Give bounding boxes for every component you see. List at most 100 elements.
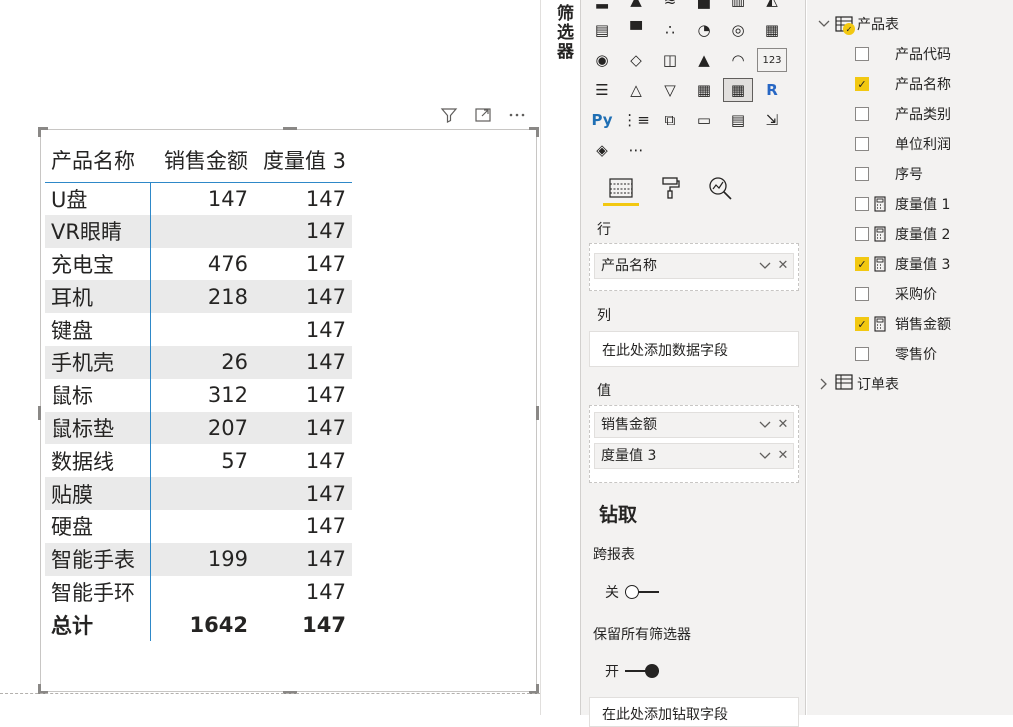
cross-report-toggle[interactable]: 关	[605, 582, 659, 602]
matrix-row[interactable]: 耳机 218 147	[45, 280, 352, 314]
more-options-icon[interactable]	[506, 104, 528, 126]
drillthrough-well[interactable]: 在此处添加钻取字段	[589, 697, 799, 727]
checkbox[interactable]	[855, 347, 869, 361]
resize-handle[interactable]	[536, 127, 539, 137]
stacked-column-icon[interactable]: ▲	[621, 0, 651, 12]
tab-fields[interactable]	[601, 170, 641, 206]
checkbox[interactable]	[855, 167, 869, 181]
checkbox-checked[interactable]: ✓	[855, 77, 869, 91]
value-cell[interactable]	[150, 510, 254, 543]
row-header-cell[interactable]: 鼠标垫	[45, 411, 151, 445]
gauge-icon[interactable]: ◠	[723, 48, 753, 72]
field-item[interactable]: 度量值 1	[855, 194, 950, 214]
clustered-bar-icon[interactable]: ≋	[655, 0, 685, 12]
multi-row-card-icon[interactable]: ☰	[587, 78, 617, 102]
checkbox-checked[interactable]: ✓	[855, 257, 869, 271]
field-item[interactable]: ✓ 产品名称	[855, 74, 951, 94]
field-item[interactable]: ✓ 度量值 3	[855, 254, 950, 274]
paginated-report-icon[interactable]: ⇲	[757, 108, 787, 132]
matrix-row[interactable]: 手机壳 26 147	[45, 345, 352, 379]
value-cell[interactable]: 147	[150, 182, 254, 215]
table-node-product[interactable]: ✓ 产品表	[817, 14, 899, 35]
table-icon[interactable]: ▦	[689, 78, 719, 102]
value-cell[interactable]: 476	[150, 248, 254, 281]
matrix-icon[interactable]: ▦	[723, 78, 753, 102]
row-header-cell[interactable]: 手机壳	[45, 345, 151, 379]
resize-handle[interactable]	[536, 406, 539, 420]
value-cell[interactable]: 147	[254, 345, 352, 379]
value-cell[interactable]	[150, 477, 254, 510]
chevron-down-icon[interactable]	[817, 17, 831, 31]
matrix-visual[interactable]: 产品名称 销售金额 度量值 3 U盘 147 147 VR眼睛 147 充电宝 476 147…	[38, 127, 539, 694]
row-header-cell[interactable]: U盘	[45, 182, 151, 215]
field-pill[interactable]: 度量值 3 ✕	[594, 443, 794, 469]
stacked-bar-icon[interactable]: ▂	[587, 0, 617, 12]
value-cell[interactable]: 147	[254, 542, 352, 576]
map-icon[interactable]: ◉	[587, 48, 617, 72]
value-cell[interactable]: 207	[150, 411, 254, 445]
value-cell[interactable]: 147	[254, 477, 352, 510]
value-cell[interactable]: 147	[254, 411, 352, 445]
pie-icon[interactable]: ◔	[689, 18, 719, 42]
filters-pane-title[interactable]: 筛选器	[551, 4, 576, 61]
matrix-row[interactable]: 键盘 147	[45, 313, 352, 346]
field-item[interactable]: 单位利润	[855, 134, 951, 154]
field-item[interactable]: 产品类别	[855, 104, 951, 124]
row-header-cell[interactable]: 耳机	[45, 280, 151, 314]
values-well[interactable]: 销售金额 ✕ 度量值 3 ✕	[589, 405, 799, 483]
row-header-cell[interactable]: 贴膜	[45, 477, 151, 510]
field-item[interactable]: 度量值 2	[855, 224, 950, 244]
decomposition-tree-icon[interactable]: ⧉	[655, 108, 685, 132]
checkbox[interactable]	[855, 137, 869, 151]
r-visual-icon[interactable]: R	[757, 78, 787, 102]
value-cell[interactable]: 147	[254, 608, 352, 641]
qa-icon[interactable]: ▭	[689, 108, 719, 132]
row-header-cell[interactable]: 智能手表	[45, 542, 151, 576]
chevron-down-icon[interactable]	[757, 413, 773, 437]
resize-handle[interactable]	[283, 127, 297, 130]
matrix-row[interactable]: 贴膜 147	[45, 477, 352, 510]
more-icon[interactable]: ⋯	[621, 138, 651, 162]
value-cell[interactable]: 199	[150, 542, 254, 576]
matrix-row[interactable]: 智能手表 199 147	[45, 542, 352, 576]
matrix-row[interactable]: 充电宝 476 147	[45, 247, 352, 281]
column-header[interactable]: 度量值 3	[254, 138, 352, 183]
checkbox[interactable]	[855, 107, 869, 121]
chevron-right-icon[interactable]	[817, 377, 831, 391]
field-item[interactable]: 零售价	[855, 344, 937, 364]
value-cell[interactable]: 147	[254, 576, 352, 609]
smart-narrative-icon[interactable]: ▤	[723, 108, 753, 132]
treemap-icon[interactable]: ▦	[757, 18, 787, 42]
close-icon[interactable]: ✕	[775, 254, 791, 278]
100-stacked-column-icon[interactable]: ◭	[757, 0, 787, 12]
row-header-cell[interactable]: 智能手环	[45, 575, 151, 609]
tab-format[interactable]	[651, 170, 691, 206]
close-icon[interactable]: ✕	[775, 444, 791, 468]
value-cell[interactable]: 147	[254, 379, 352, 412]
key-influencers-icon[interactable]: ⋮≡	[621, 108, 651, 132]
matrix-row[interactable]: U盘 147 147	[45, 182, 352, 215]
resize-handle[interactable]	[38, 127, 41, 137]
table-node-orders[interactable]: 订单表	[817, 374, 899, 394]
filter-icon[interactable]	[438, 104, 460, 126]
row-header-cell[interactable]: 硬盘	[45, 509, 151, 543]
tab-analytics[interactable]	[701, 170, 741, 206]
chevron-down-icon[interactable]	[757, 254, 773, 278]
field-item[interactable]: 序号	[855, 164, 923, 184]
row-header-cell[interactable]: VR眼睛	[45, 214, 151, 248]
focus-mode-icon[interactable]	[472, 104, 494, 126]
checkbox[interactable]	[855, 47, 869, 61]
donut-icon[interactable]: ◎	[723, 18, 753, 42]
value-cell[interactable]: 147	[254, 248, 352, 281]
row-header-cell[interactable]: 总计	[45, 608, 151, 642]
checkbox[interactable]	[855, 287, 869, 301]
checkbox-checked[interactable]: ✓	[855, 317, 869, 331]
field-item[interactable]: ✓ 销售金额	[855, 314, 951, 334]
row-header-cell[interactable]: 键盘	[45, 313, 151, 346]
rows-well[interactable]: 产品名称 ✕	[589, 243, 799, 291]
power-apps-icon[interactable]: ◈	[587, 138, 617, 162]
value-cell[interactable]	[150, 576, 254, 609]
matrix-row[interactable]: 数据线 57 147	[45, 444, 352, 478]
ribbon-icon[interactable]: ▤	[587, 18, 617, 42]
value-cell[interactable]: 147	[254, 444, 352, 477]
